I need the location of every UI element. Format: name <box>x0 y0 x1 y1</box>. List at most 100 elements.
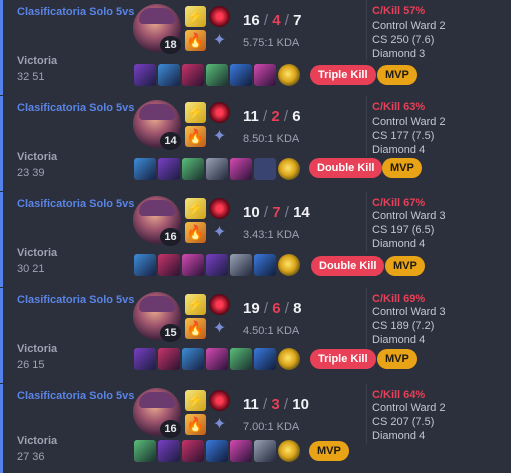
item-slot[interactable] <box>182 158 204 180</box>
sorcery-rune-icon[interactable]: ✦ <box>209 126 230 147</box>
electrocute-rune-icon[interactable] <box>209 6 230 27</box>
flash-spell-icon[interactable]: ⚡ <box>185 390 206 411</box>
match-row[interactable]: Clasificatoria Solo 5vs5 Victoria 26 15 … <box>0 288 511 383</box>
match-row[interactable]: Clasificatoria Solo 5vs5 Victoria 32 51 … <box>0 0 511 95</box>
item-slot[interactable] <box>230 440 252 462</box>
ignite-spell-icon[interactable]: 🔥 <box>185 222 206 243</box>
item-build <box>134 64 300 86</box>
item-slot[interactable] <box>158 158 180 180</box>
item-slot[interactable] <box>158 254 180 276</box>
kda-ratio: 3.43:1 KDA <box>243 229 300 241</box>
control-ward-count: Control Ward 3 <box>372 210 446 222</box>
deaths: 2 <box>271 108 280 125</box>
match-row[interactable]: Clasificatoria Solo 5vs5 Victoria 30 21 … <box>0 192 511 287</box>
kda-separator: / <box>284 204 289 221</box>
mvp-badge: MVP <box>377 65 417 85</box>
mvp-badge: MVP <box>309 441 349 461</box>
sorcery-rune-icon[interactable]: ✦ <box>209 30 230 51</box>
item-slot[interactable] <box>206 254 228 276</box>
item-slot[interactable] <box>134 64 156 86</box>
flash-spell-icon[interactable]: ⚡ <box>185 6 206 27</box>
electrocute-rune-icon[interactable] <box>209 102 230 123</box>
item-slot[interactable] <box>230 158 252 180</box>
deaths: 7 <box>272 204 281 221</box>
ward-trinket-icon[interactable] <box>278 158 300 180</box>
item-slot[interactable] <box>206 348 228 370</box>
cs-count: CS 177 (7.5) <box>372 130 435 142</box>
kill-participation: C/Kill 67% <box>372 197 426 209</box>
kills: 11 <box>243 396 259 413</box>
queue-type: Clasificatoria Solo 5vs5 <box>17 294 135 306</box>
sorcery-rune-icon[interactable]: ✦ <box>209 222 230 243</box>
ward-trinket-icon[interactable] <box>278 440 300 462</box>
item-slot[interactable] <box>134 348 156 370</box>
kda-score: 11 / 2 / 6 <box>243 108 301 125</box>
sorcery-rune-icon[interactable]: ✦ <box>209 414 230 435</box>
kda-score: 19 / 6 / 8 <box>243 300 301 317</box>
item-slot[interactable] <box>134 158 156 180</box>
champion-level: 16 <box>160 420 181 438</box>
queue-type: Clasificatoria Solo 5vs5 <box>17 102 135 114</box>
sorcery-rune-icon[interactable]: ✦ <box>209 318 230 339</box>
item-slot[interactable] <box>182 348 204 370</box>
multikill-badge: Double Kill <box>311 256 385 276</box>
match-row[interactable]: Clasificatoria Solo 5vs5 Victoria 27 36 … <box>0 384 511 473</box>
item-slot[interactable] <box>182 440 204 462</box>
champion-level: 15 <box>160 324 181 342</box>
item-slot[interactable] <box>182 64 204 86</box>
item-slot[interactable] <box>182 254 204 276</box>
flash-spell-icon[interactable]: ⚡ <box>185 102 206 123</box>
item-slot[interactable] <box>254 64 276 86</box>
electrocute-rune-icon[interactable] <box>209 294 230 315</box>
item-slot[interactable] <box>254 254 276 276</box>
ward-trinket-icon[interactable] <box>278 64 300 86</box>
item-slot[interactable] <box>134 440 156 462</box>
item-slot[interactable] <box>206 440 228 462</box>
item-slot[interactable] <box>206 158 228 180</box>
ignite-spell-icon[interactable]: 🔥 <box>185 318 206 339</box>
item-slot[interactable] <box>230 64 252 86</box>
item-slot[interactable] <box>134 254 156 276</box>
match-duration: 27 36 <box>17 451 45 463</box>
flash-spell-icon[interactable]: ⚡ <box>185 198 206 219</box>
divider <box>366 0 367 60</box>
item-slot[interactable] <box>230 348 252 370</box>
item-slot[interactable] <box>254 348 276 370</box>
ignite-spell-icon[interactable]: 🔥 <box>185 414 206 435</box>
match-result: Victoria <box>17 247 58 259</box>
electrocute-rune-icon[interactable] <box>209 198 230 219</box>
match-row[interactable]: Clasificatoria Solo 5vs5 Victoria 23 39 … <box>0 96 511 191</box>
deaths: 3 <box>271 396 280 413</box>
match-result: Victoria <box>17 55 58 67</box>
cs-count: CS 250 (7.6) <box>372 34 435 46</box>
average-rank: Diamond 4 <box>372 238 426 250</box>
item-slot[interactable] <box>206 64 228 86</box>
kda-ratio: 7.00:1 KDA <box>243 421 300 433</box>
empty-item-slot[interactable] <box>254 158 276 180</box>
ignite-spell-icon[interactable]: 🔥 <box>185 30 206 51</box>
item-slot[interactable] <box>158 64 180 86</box>
ward-trinket-icon[interactable] <box>278 254 300 276</box>
average-rank: Diamond 3 <box>372 48 426 60</box>
multikill-badge: Triple Kill <box>310 65 376 85</box>
item-slot[interactable] <box>254 440 276 462</box>
queue-type: Clasificatoria Solo 5vs5 <box>17 390 135 402</box>
ward-trinket-icon[interactable] <box>278 348 300 370</box>
item-slot[interactable] <box>158 440 180 462</box>
item-slot[interactable] <box>230 254 252 276</box>
match-result: Victoria <box>17 343 58 355</box>
champion-level: 14 <box>160 132 181 150</box>
kills: 10 <box>243 204 260 221</box>
item-slot[interactable] <box>158 348 180 370</box>
electrocute-rune-icon[interactable] <box>209 390 230 411</box>
kda-separator: / <box>283 108 289 125</box>
control-ward-count: Control Ward 2 <box>372 20 446 32</box>
control-ward-count: Control Ward 2 <box>372 402 446 414</box>
kills: 11 <box>243 108 259 125</box>
divider <box>366 288 367 348</box>
flash-spell-icon[interactable]: ⚡ <box>185 294 206 315</box>
match-duration: 30 21 <box>17 263 45 275</box>
control-ward-count: Control Ward 3 <box>372 306 446 318</box>
ignite-spell-icon[interactable]: 🔥 <box>185 126 206 147</box>
kills: 19 <box>243 300 260 317</box>
